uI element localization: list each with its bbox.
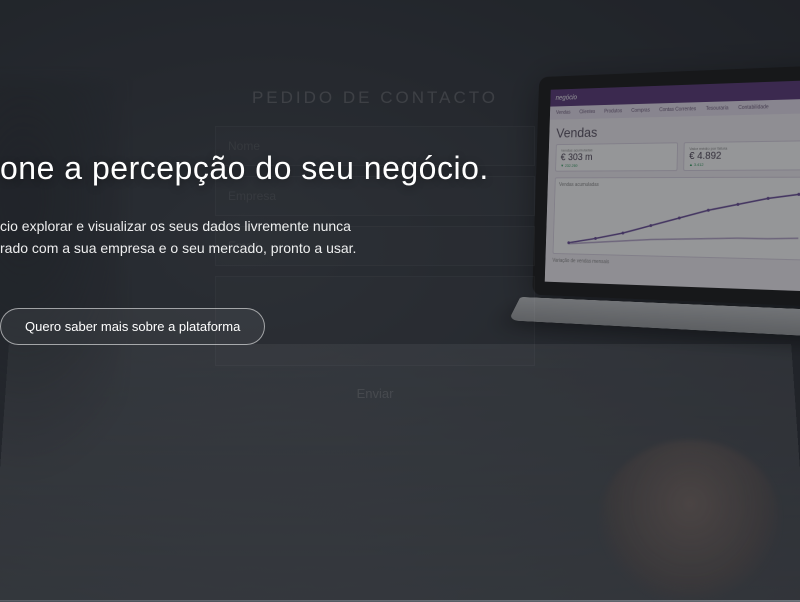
hero-section: one a percepção do seu negócio. cio expl… [0, 150, 540, 345]
hero-subtitle-line2: rado com a sua empresa e o seu mercado, … [0, 240, 356, 256]
cta-button[interactable]: Quero saber mais sobre a plataforma [0, 308, 265, 345]
hero-title: one a percepção do seu negócio. [0, 150, 540, 187]
form-title: PEDIDO DE CONTACTO [215, 88, 535, 108]
submit-button[interactable]: Enviar [215, 376, 535, 411]
hero-subtitle-line1: explorar e visualizar os seus dados livr… [18, 218, 351, 234]
hero-subtitle-bold: cio [0, 218, 18, 234]
hero-subtitle: cio explorar e visualizar os seus dados … [0, 215, 540, 260]
